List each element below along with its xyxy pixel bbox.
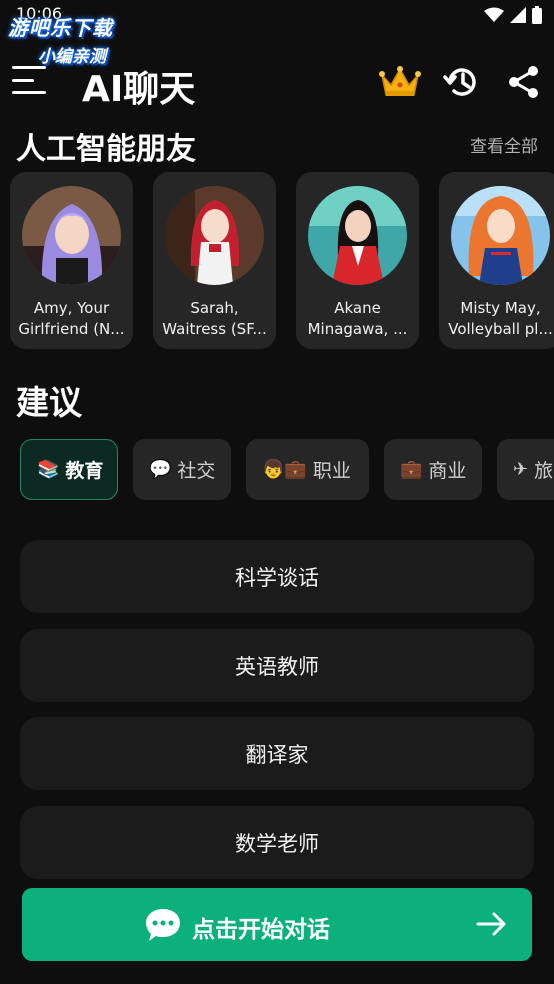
history-icon bbox=[443, 68, 476, 96]
avatar bbox=[451, 186, 550, 285]
tab-social[interactable]: 💬 社交 bbox=[133, 439, 231, 500]
watermark-line-1: 游吧乐下载 bbox=[8, 16, 113, 40]
topic-item[interactable]: 英语教师 bbox=[20, 629, 534, 702]
start-chat-label: 点击开始对话 bbox=[192, 917, 330, 943]
tab-travel[interactable]: ✈ 旅 bbox=[497, 439, 554, 500]
share-icon bbox=[509, 66, 538, 98]
page-title: AI聊天 bbox=[82, 69, 196, 110]
tab-education[interactable]: 📚 教育 bbox=[20, 439, 118, 500]
topic-item[interactable]: 翻译家 bbox=[20, 717, 534, 790]
suggestions-section-title: 建议 bbox=[16, 383, 82, 422]
tab-label: 旅 bbox=[534, 460, 554, 482]
friend-card[interactable]: Sarah, Waitress (SF... bbox=[153, 172, 276, 349]
tab-label: 社交 bbox=[177, 460, 216, 482]
friend-card[interactable]: Akane Minagawa, ... bbox=[296, 172, 419, 349]
crown-icon bbox=[379, 66, 421, 96]
history-button[interactable] bbox=[440, 60, 484, 104]
avatar bbox=[22, 186, 121, 285]
suggestions-section-header: 建议 bbox=[16, 376, 538, 424]
chat-bubble-icon bbox=[146, 909, 180, 941]
topic-item[interactable]: 科学谈话 bbox=[20, 540, 534, 613]
friend-card[interactable]: Amy, Your Girlfriend (N... bbox=[10, 172, 133, 349]
menu-icon-line bbox=[12, 91, 46, 94]
arrow-right-icon bbox=[476, 912, 506, 936]
tab-career[interactable]: 👦💼 职业 bbox=[246, 439, 369, 500]
friend-name: Sarah, Waitress (SF... bbox=[162, 299, 267, 338]
app-bar: AI聊天 bbox=[0, 52, 554, 112]
friends-carousel[interactable]: Amy, Your Girlfriend (N... Sarah, Waitre… bbox=[10, 172, 554, 350]
friends-section-title: 人工智能朋友 bbox=[16, 132, 196, 167]
airplane-icon: ✈ bbox=[513, 459, 529, 480]
books-icon: 📚 bbox=[37, 459, 60, 480]
signal-icon bbox=[510, 7, 526, 23]
see-all-link[interactable]: 查看全部 bbox=[470, 132, 538, 157]
battery-icon bbox=[532, 6, 542, 24]
wifi-icon bbox=[484, 7, 504, 22]
tab-label: 教育 bbox=[65, 460, 104, 482]
speech-bubble-icon: 💬 bbox=[149, 459, 172, 480]
briefcase-icon: 💼 bbox=[400, 459, 423, 480]
avatar bbox=[308, 186, 407, 285]
friend-name: Akane Minagawa, ... bbox=[307, 299, 408, 338]
friend-card[interactable]: Misty May, Volleyball pl... bbox=[439, 172, 554, 349]
menu-button[interactable] bbox=[12, 64, 48, 96]
menu-icon-line bbox=[12, 66, 46, 69]
avatar bbox=[165, 186, 264, 285]
status-icons bbox=[484, 6, 542, 24]
friend-name: Amy, Your Girlfriend (N... bbox=[18, 299, 125, 338]
premium-button[interactable] bbox=[378, 60, 422, 104]
friend-name: Misty May, Volleyball pl... bbox=[448, 299, 553, 338]
share-button[interactable] bbox=[502, 60, 546, 104]
tab-label: 职业 bbox=[312, 460, 351, 482]
worker-briefcase-icon: 👦💼 bbox=[262, 459, 307, 480]
tab-label: 商业 bbox=[428, 460, 467, 482]
menu-icon-line bbox=[12, 78, 34, 82]
topic-item[interactable]: 数学老师 bbox=[20, 806, 534, 879]
start-chat-button[interactable]: 点击开始对话 bbox=[22, 888, 532, 961]
tab-business[interactable]: 💼 商业 bbox=[384, 439, 482, 500]
category-tabs[interactable]: 📚 教育 💬 社交 👦💼 职业 💼 商业 ✈ 旅 bbox=[20, 439, 554, 501]
friends-section-header: 人工智能朋友 查看全部 bbox=[16, 124, 538, 168]
